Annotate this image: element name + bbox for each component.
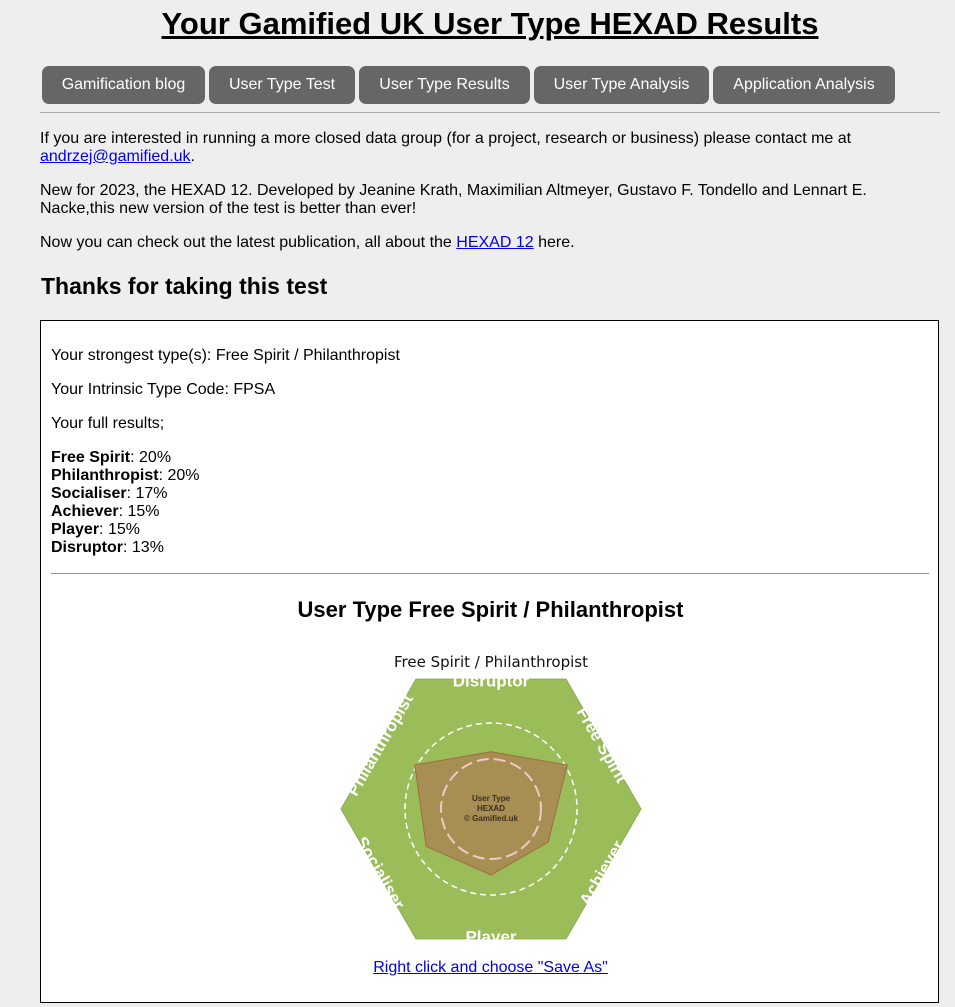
thanks-heading: Thanks for taking this test xyxy=(41,273,328,299)
nav-user-type-test[interactable]: User Type Test xyxy=(209,66,355,104)
score-row-player: Player: 15% xyxy=(51,521,199,539)
publication-after: here. xyxy=(538,234,575,251)
score-value: : 13% xyxy=(123,539,164,556)
contact-period: . xyxy=(190,148,195,165)
score-name: Disruptor xyxy=(51,539,123,556)
score-name: Player xyxy=(51,521,100,538)
nav-user-type-results[interactable]: User Type Results xyxy=(359,66,530,104)
full-results-label: Your full results; xyxy=(51,415,165,432)
hexad-chart-figure: Free Spirit / Philanthropist User Type HE… xyxy=(331,645,651,945)
axis-label-player: Player xyxy=(465,928,516,946)
score-row-socialiser: Socialiser: 17% xyxy=(51,485,199,503)
score-row-free-spirit: Free Spirit: 20% xyxy=(51,449,199,467)
score-value: : 17% xyxy=(126,485,168,502)
header-divider xyxy=(40,112,940,113)
publication-paragraph: Now you can check out the latest publica… xyxy=(40,234,940,252)
nav-gamification-blog[interactable]: Gamification blog xyxy=(42,66,205,104)
score-name: Achiever xyxy=(51,503,119,520)
center-text-line: User Type xyxy=(472,794,511,803)
contact-paragraph: If you are interested in running a more … xyxy=(40,130,940,166)
center-text-line: HEXAD xyxy=(477,804,505,813)
results-divider xyxy=(51,573,929,574)
results-panel: Your strongest type(s): Free Spirit / Ph… xyxy=(40,320,939,1003)
nav-user-type-analysis[interactable]: User Type Analysis xyxy=(534,66,709,104)
score-list: Free Spirit: 20% Philanthropist: 20% Soc… xyxy=(51,449,199,557)
hexad12-line2: Nacke,this new version of the test is be… xyxy=(40,200,417,217)
score-value: : 20% xyxy=(130,449,172,466)
score-value: : 15% xyxy=(99,521,140,538)
intrinsic-type-code: Your Intrinsic Type Code: FPSA xyxy=(51,381,276,398)
nav-application-analysis[interactable]: Application Analysis xyxy=(713,66,895,104)
save-as-link[interactable]: Right click and choose "Save As" xyxy=(41,959,940,977)
main-nav: Gamification blog User Type Test User Ty… xyxy=(42,66,895,104)
score-row-philanthropist: Philanthropist: 20% xyxy=(51,467,199,485)
score-row-achiever: Achiever: 15% xyxy=(51,503,199,521)
user-type-heading: User Type Free Spirit / Philanthropist xyxy=(297,597,684,622)
center-text-line: © Gamified.uk xyxy=(464,814,518,823)
contact-text: If you are interested in running a more … xyxy=(40,130,852,147)
score-name: Free Spirit xyxy=(51,449,131,466)
score-name: Socialiser xyxy=(51,485,127,502)
hexad12-line1: New for 2023, the HEXAD 12. Developed by… xyxy=(40,182,867,199)
score-name: Philanthropist xyxy=(51,467,159,484)
hexad-chart: User TypeHEXAD© Gamified.ukDisruptorFree… xyxy=(340,672,642,946)
hexad12-paragraph: New for 2023, the HEXAD 12. Developed by… xyxy=(40,182,940,218)
score-row-disruptor: Disruptor: 13% xyxy=(51,539,199,557)
contact-email-link[interactable]: andrzej@gamified.uk xyxy=(40,148,191,165)
score-value: : 20% xyxy=(158,467,200,484)
page-title: Your Gamified UK User Type HEXAD Results xyxy=(161,6,819,41)
strongest-type: Your strongest type(s): Free Spirit / Ph… xyxy=(51,347,400,364)
score-value: : 15% xyxy=(118,503,160,520)
publication-text: Now you can check out the latest publica… xyxy=(40,234,452,251)
hexad12-link[interactable]: HEXAD 12 xyxy=(456,234,533,251)
axis-label-disruptor: Disruptor xyxy=(453,672,530,691)
